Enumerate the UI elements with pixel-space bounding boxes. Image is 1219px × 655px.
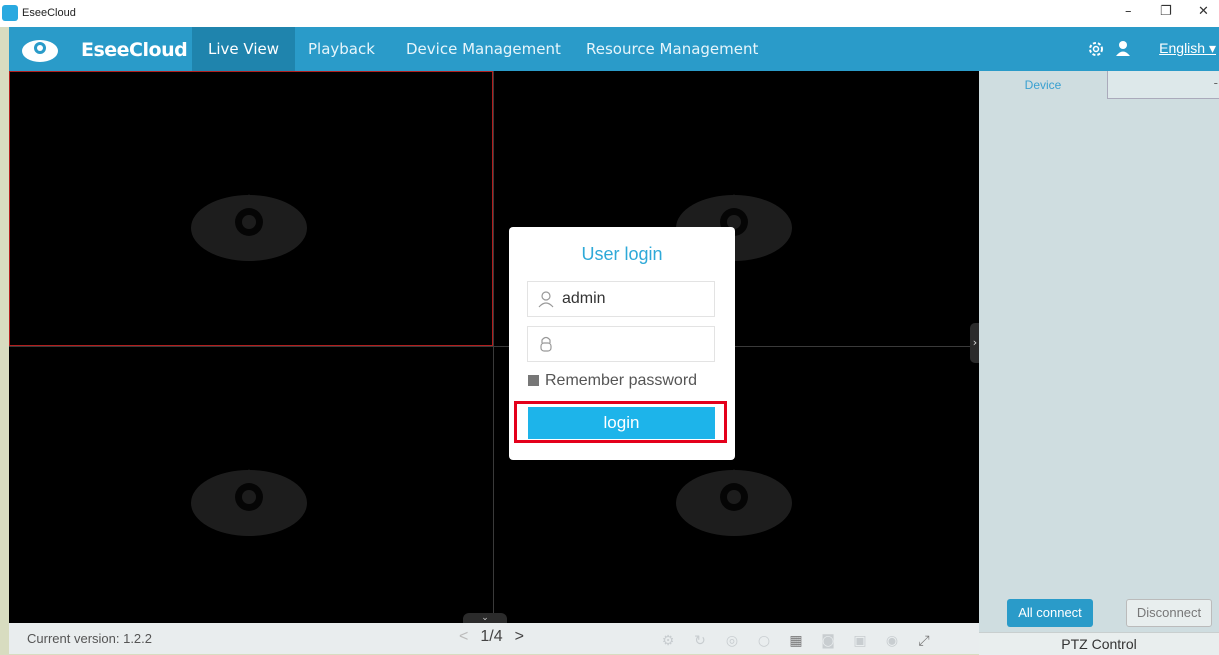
device-sidebar: Device - All connect Disconnect PTZ Cont…	[979, 71, 1219, 655]
page-indicator: 1/4	[480, 628, 503, 645]
view-toolbar: ⚙ ↻ ◎ ○ ▦ ◙ ▣ ◉ ⤢	[659, 630, 947, 650]
grid-divider-vertical	[493, 71, 494, 623]
status-bar: Current version: 1.2.2 <1/4 > ⚙ ↻ ◎ ○ ▦ ◙ ▣ ◉ ⤢	[9, 623, 979, 654]
tab-live-view[interactable]: Live View	[192, 27, 295, 71]
login-button[interactable]: login	[528, 407, 715, 439]
language-select[interactable]: English ▾	[1159, 40, 1216, 57]
video-record-icon[interactable]: ▣	[851, 632, 869, 650]
settings-icon[interactable]: ⚙	[659, 632, 677, 650]
remember-label: Remember password	[545, 372, 698, 389]
tab-device-management[interactable]: Device Management	[390, 27, 577, 71]
tab-playback[interactable]: Playback	[292, 27, 391, 71]
grid-divider-horizontal	[9, 346, 979, 347]
hd-icon[interactable]: ◉	[883, 632, 901, 650]
rotate-icon[interactable]: ↻	[691, 632, 709, 650]
checkbox-box[interactable]	[528, 375, 539, 386]
login-dialog: User login Remember password login	[509, 227, 735, 460]
snapshot-icon[interactable]: ◙	[819, 632, 837, 650]
version-label: Current version: 1.2.2	[27, 631, 153, 646]
next-page-button[interactable]: >	[515, 628, 524, 645]
prev-page-button[interactable]: <	[459, 628, 468, 645]
tab-resource-management[interactable]: Resource Management	[570, 27, 774, 71]
circle-icon[interactable]: ○	[755, 632, 773, 650]
window-title: EseeCloud	[22, 7, 76, 19]
sidebar-tabs: Device -	[979, 71, 1219, 99]
user-icon[interactable]	[1114, 39, 1132, 57]
grid-layout-icon[interactable]: ▦	[787, 632, 805, 650]
restore-button[interactable]: ❐	[1160, 4, 1172, 19]
username-field[interactable]	[527, 281, 715, 317]
record-icon[interactable]: ◎	[723, 632, 741, 650]
ptz-control-panel[interactable]: PTZ Control	[979, 632, 1219, 655]
live-view-grid[interactable]	[9, 71, 979, 623]
page-navigator: <1/4 >	[459, 628, 524, 646]
top-nav: EseeCloud Live View Playback Device Mana…	[9, 27, 1219, 71]
camera-watermark-icon	[191, 469, 307, 536]
cloud-logo-icon	[22, 40, 58, 62]
gear-icon[interactable]	[1087, 40, 1105, 58]
tab-device[interactable]: Device	[979, 71, 1107, 99]
close-button[interactable]: ✕	[1198, 4, 1209, 19]
fullscreen-icon[interactable]: ⤢	[915, 632, 933, 650]
disconnect-button[interactable]: Disconnect	[1126, 599, 1212, 627]
all-connect-button[interactable]: All connect	[1007, 599, 1093, 627]
camera-watermark-icon	[191, 194, 307, 261]
user-outline-icon	[538, 291, 554, 308]
lock-icon	[540, 336, 552, 352]
app-icon	[2, 5, 18, 21]
username-input[interactable]	[562, 288, 707, 310]
title-bar: EseeCloud – ❐ ✕	[0, 0, 1219, 27]
password-input[interactable]	[562, 333, 707, 355]
tab-secondary[interactable]: -	[1107, 71, 1219, 99]
password-field[interactable]	[527, 326, 715, 362]
remember-password-checkbox[interactable]: Remember password	[528, 372, 697, 390]
brand-name: EseeCloud	[81, 39, 188, 61]
camera-watermark-icon	[676, 469, 792, 536]
minimize-button[interactable]: –	[1125, 4, 1132, 19]
tab-secondary-label: -	[1213, 76, 1218, 90]
collapse-chevron-down-icon[interactable]: ⌄	[463, 613, 507, 623]
login-title: User login	[581, 244, 663, 264]
